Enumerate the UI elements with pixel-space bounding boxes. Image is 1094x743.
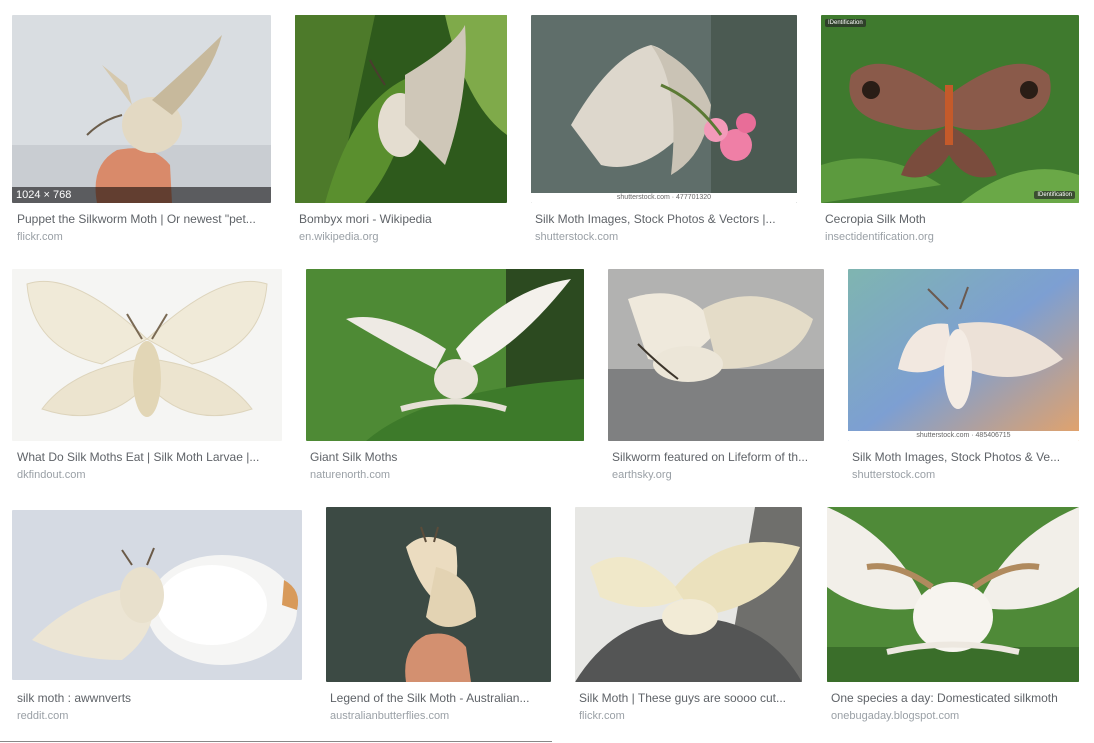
result-source[interactable]: flickr.com [579, 710, 625, 723]
image-dimensions: 1024 × 768 [12, 187, 271, 203]
moth-with-flower-image[interactable]: shutterstock.com · 477701320 [531, 15, 797, 203]
result-source[interactable]: australianbutterflies.com [330, 710, 449, 723]
watermark-text: shutterstock.com · 477701320 [531, 193, 797, 203]
moth-on-gray-image[interactable] [608, 269, 824, 441]
moth-on-rock-image[interactable] [575, 507, 802, 682]
result-title[interactable]: Silk Moth Images, Stock Photos & Vectors… [535, 212, 795, 226]
result-source[interactable]: onebugaday.blogspot.com [831, 710, 959, 723]
site-logo-icon: IDentification [1034, 191, 1075, 199]
result-title[interactable]: Giant Silk Moths [310, 450, 584, 464]
divider [0, 741, 552, 742]
result-title[interactable]: Silk Moth Images, Stock Photos & Ve... [852, 450, 1077, 464]
moth-on-leaf-image[interactable] [295, 15, 507, 203]
watermark-text: shutterstock.com · 485406715 [848, 431, 1079, 441]
result-source[interactable]: naturenorth.com [310, 469, 390, 482]
result-source[interactable]: reddit.com [17, 710, 68, 723]
moth-on-finger-dark-image[interactable] [326, 507, 551, 682]
result-title[interactable]: Cecropia Silk Moth [825, 212, 1079, 226]
result-title[interactable]: Silkworm featured on Lifeform of th... [612, 450, 822, 464]
result-source[interactable]: dkfindout.com [17, 469, 85, 482]
result-source[interactable]: shutterstock.com [852, 469, 935, 482]
result-title[interactable]: silk moth : awwnverts [17, 691, 297, 705]
result-title[interactable]: Silk Moth | These guys are soooo cut... [579, 691, 801, 705]
result-source[interactable]: flickr.com [17, 231, 63, 244]
result-title[interactable]: Puppet the Silkworm Moth | Or newest "pe… [17, 212, 271, 226]
result-title[interactable]: Bombyx mori - Wikipedia [299, 212, 507, 226]
result-title[interactable]: Legend of the Silk Moth - Australian... [330, 691, 551, 705]
result-source[interactable]: en.wikipedia.org [299, 231, 379, 244]
result-title[interactable]: One species a day: Domesticated silkmoth [831, 691, 1079, 705]
moth-closeup-image[interactable] [827, 507, 1079, 682]
result-title[interactable]: What Do Silk Moths Eat | Silk Moth Larva… [17, 450, 279, 464]
moth-blurred-bg-image[interactable]: shutterstock.com · 485406715 [848, 269, 1079, 441]
spread-moth-image[interactable] [12, 269, 282, 441]
moth-wings-up-image[interactable] [306, 269, 584, 441]
moth-on-finger-image[interactable]: 1024 × 768 [12, 15, 271, 203]
site-logo-icon: IDentification [825, 19, 866, 27]
result-source[interactable]: insectidentification.org [825, 231, 934, 244]
result-source[interactable]: shutterstock.com [535, 231, 618, 244]
result-source[interactable]: earthsky.org [612, 469, 672, 482]
cecropia-moth-image[interactable]: IDentification IDentification [821, 15, 1079, 203]
moth-with-cocoon-image[interactable] [12, 510, 302, 680]
